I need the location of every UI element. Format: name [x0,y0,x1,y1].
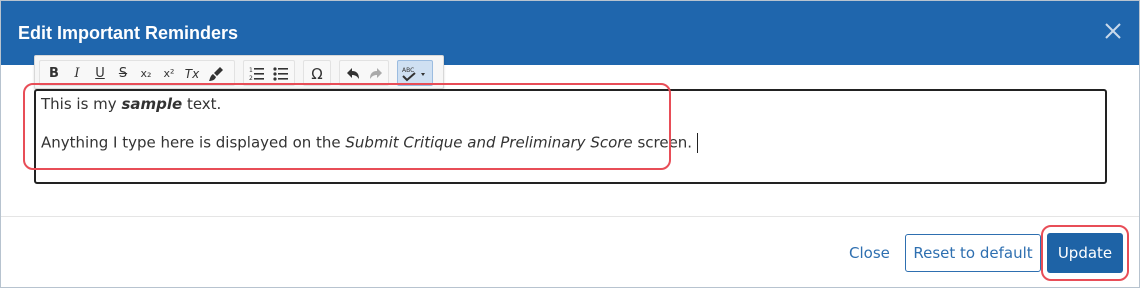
edit-reminders-dialog: Edit Important Reminders B I U S x₂ x² T… [0,0,1140,288]
remove-format-button[interactable]: Tx [182,64,202,84]
text-caret [697,133,699,153]
strikethrough-button[interactable]: S [113,64,133,84]
text-highlight-box [23,83,671,170]
reset-to-default-button[interactable]: Reset to default [905,234,1041,272]
italic-button[interactable]: I [67,64,87,84]
dialog-title: Edit Important Reminders [18,23,239,43]
redo-icon[interactable] [366,64,386,84]
brush-icon[interactable] [206,64,226,84]
svg-text:1: 1 [249,67,253,74]
underline-button[interactable]: U [90,64,110,84]
close-button[interactable]: Close [849,244,890,262]
bold-button[interactable]: B [44,64,64,84]
update-highlight-box [1041,225,1129,281]
spellcheck-icon[interactable]: ABC [400,64,430,84]
footer-divider [1,216,1139,217]
bulleted-list-icon[interactable] [271,64,291,84]
undo-icon[interactable] [343,64,363,84]
subscript-button[interactable]: x₂ [136,64,156,84]
svg-text:2: 2 [249,75,253,82]
superscript-button[interactable]: x² [159,64,179,84]
close-icon[interactable] [1103,21,1123,41]
numbered-list-icon[interactable]: 1 2 [247,64,267,84]
svg-text:ABC: ABC [402,67,414,74]
special-character-button[interactable]: Ω [307,64,327,84]
